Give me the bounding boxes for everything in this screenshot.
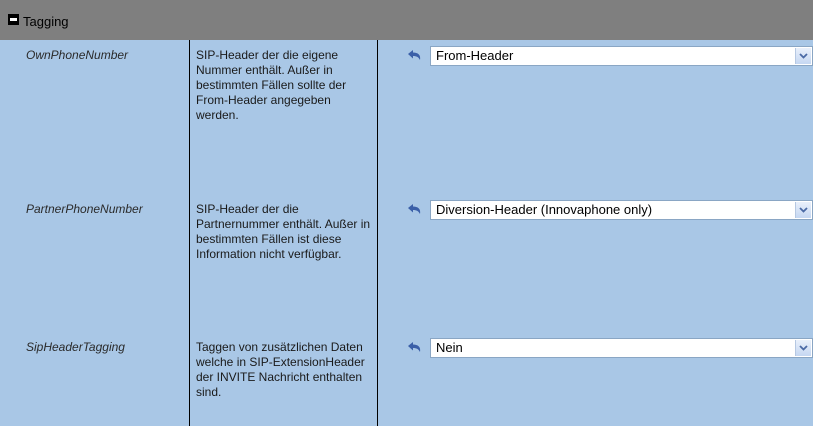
undo-arrow-icon[interactable]	[404, 48, 424, 64]
setting-description-text: Taggen von zusätzlichen Daten welche in …	[196, 340, 365, 399]
section-title: Tagging	[23, 13, 69, 29]
selected-value: From-Header	[436, 48, 514, 63]
setting-control: From-Header	[404, 46, 813, 66]
chevron-down-icon[interactable]	[795, 48, 811, 64]
own-phone-number-select[interactable]: From-Header	[430, 46, 813, 66]
sip-header-tagging-select[interactable]: Nein	[430, 338, 813, 358]
setting-name: PartnerPhoneNumber	[26, 202, 143, 216]
setting-row-partner-phone-number: PartnerPhoneNumber SIP-Header der die Pa…	[0, 194, 813, 334]
collapse-icon[interactable]	[8, 13, 19, 25]
undo-arrow-icon[interactable]	[404, 340, 424, 356]
setting-description: Taggen von zusätzlichen Daten welche in …	[196, 340, 376, 400]
tagging-panel: Tagging OwnPhoneNumber SIP-Header der di…	[0, 0, 813, 426]
setting-name: OwnPhoneNumber	[26, 48, 129, 62]
chevron-down-icon[interactable]	[795, 202, 811, 218]
setting-row-own-phone-number: OwnPhoneNumber SIP-Header der die eigene…	[0, 40, 813, 178]
selected-value: Nein	[436, 340, 463, 355]
setting-control: Diversion-Header (Innovaphone only)	[404, 200, 813, 220]
setting-row-sip-header-tagging: SipHeaderTagging Taggen von zusätzlichen…	[0, 332, 813, 426]
section-header[interactable]: Tagging	[0, 0, 813, 40]
setting-description: SIP-Header der die Partnernummer enthält…	[196, 202, 371, 262]
chevron-down-icon[interactable]	[795, 340, 811, 356]
setting-name: SipHeaderTagging	[26, 340, 125, 354]
setting-control: Nein	[404, 338, 813, 358]
setting-description-text: SIP-Header der die eigene Nummer enthält…	[196, 48, 347, 122]
undo-arrow-icon[interactable]	[404, 202, 424, 218]
partner-phone-number-select[interactable]: Diversion-Header (Innovaphone only)	[430, 200, 813, 220]
settings-rows: OwnPhoneNumber SIP-Header der die eigene…	[0, 40, 813, 426]
setting-description-text: SIP-Header der die Partnernummer enthält…	[196, 202, 371, 261]
selected-value: Diversion-Header (Innovaphone only)	[436, 202, 653, 217]
setting-description: SIP-Header der die eigene Nummer enthält…	[196, 48, 371, 123]
